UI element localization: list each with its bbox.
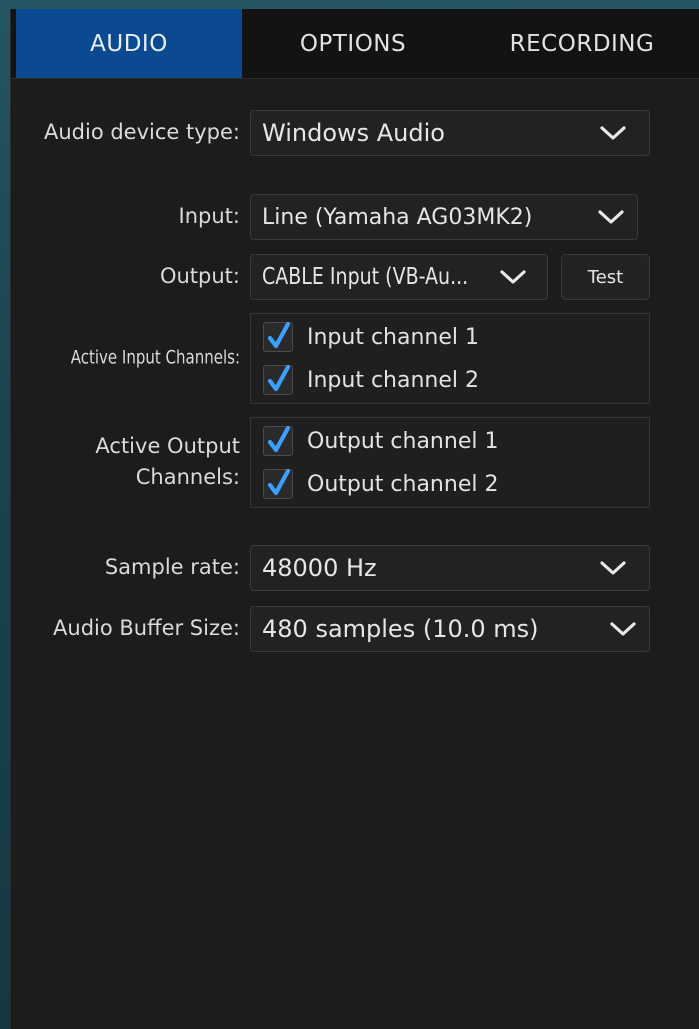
checkbox-label: Output channel 2 xyxy=(307,471,499,497)
audio-device-type-select[interactable]: Windows Audio xyxy=(250,110,650,156)
active-output-channels-label-line2: Channels: xyxy=(135,465,240,489)
buffer-size-label: Audio Buffer Size: xyxy=(53,616,240,640)
checkmark-icon xyxy=(267,321,291,349)
audio-settings-panel: AUDIO OPTIONS RECORDING Audio device typ… xyxy=(10,9,699,1029)
checkbox[interactable] xyxy=(263,321,293,352)
output-value: CABLE Input (VB-Au... xyxy=(262,263,469,291)
chevron-down-icon xyxy=(500,270,526,284)
active-input-channels-label: Active Input Channels: xyxy=(70,345,240,369)
audio-device-type-value: Windows Audio xyxy=(262,119,445,147)
checkbox[interactable] xyxy=(263,425,293,456)
checkmark-icon xyxy=(267,468,291,496)
tab-bar: AUDIO OPTIONS RECORDING xyxy=(11,9,699,79)
output-label: Output: xyxy=(159,264,240,288)
tab-options[interactable]: OPTIONS xyxy=(242,9,464,78)
checkbox[interactable] xyxy=(263,364,293,395)
audio-device-type-label: Audio device type: xyxy=(43,120,240,144)
checkbox[interactable] xyxy=(263,468,293,499)
chevron-down-icon xyxy=(610,622,636,636)
chevron-down-icon xyxy=(598,210,624,224)
output-channel-1-checkbox[interactable]: Output channel 1 xyxy=(263,424,498,458)
checkbox-label: Input channel 1 xyxy=(307,324,480,350)
buffer-size-select[interactable]: 480 samples (10.0 ms) xyxy=(250,606,650,652)
active-output-channels-box: Output channel 1 Output channel 2 xyxy=(250,417,650,508)
tab-audio[interactable]: AUDIO xyxy=(16,9,242,78)
checkmark-icon xyxy=(267,425,291,453)
checkbox-label: Input channel 2 xyxy=(307,367,480,393)
sample-rate-select[interactable]: 48000 Hz xyxy=(250,545,650,591)
tab-recording[interactable]: RECORDING xyxy=(464,9,699,78)
input-channel-2-checkbox[interactable]: Input channel 2 xyxy=(263,363,479,397)
checkmark-icon xyxy=(267,364,291,392)
sample-rate-label: Sample rate: xyxy=(104,555,240,579)
active-input-channels-box: Input channel 1 Input channel 2 xyxy=(250,313,650,404)
active-output-channels-label-line1: Active Output xyxy=(95,434,240,458)
input-value: Line (Yamaha AG03MK2) xyxy=(262,204,533,230)
test-button[interactable]: Test xyxy=(561,254,650,300)
input-select[interactable]: Line (Yamaha AG03MK2) xyxy=(250,194,638,240)
checkbox-label: Output channel 1 xyxy=(307,428,499,454)
chevron-down-icon xyxy=(600,561,626,575)
input-label: Input: xyxy=(178,204,240,228)
buffer-size-value: 480 samples (10.0 ms) xyxy=(262,615,539,643)
sample-rate-value: 48000 Hz xyxy=(262,554,377,582)
output-channel-2-checkbox[interactable]: Output channel 2 xyxy=(263,467,498,501)
chevron-down-icon xyxy=(600,126,626,140)
input-channel-1-checkbox[interactable]: Input channel 1 xyxy=(263,320,479,354)
output-select[interactable]: CABLE Input (VB-Au... xyxy=(250,254,548,300)
